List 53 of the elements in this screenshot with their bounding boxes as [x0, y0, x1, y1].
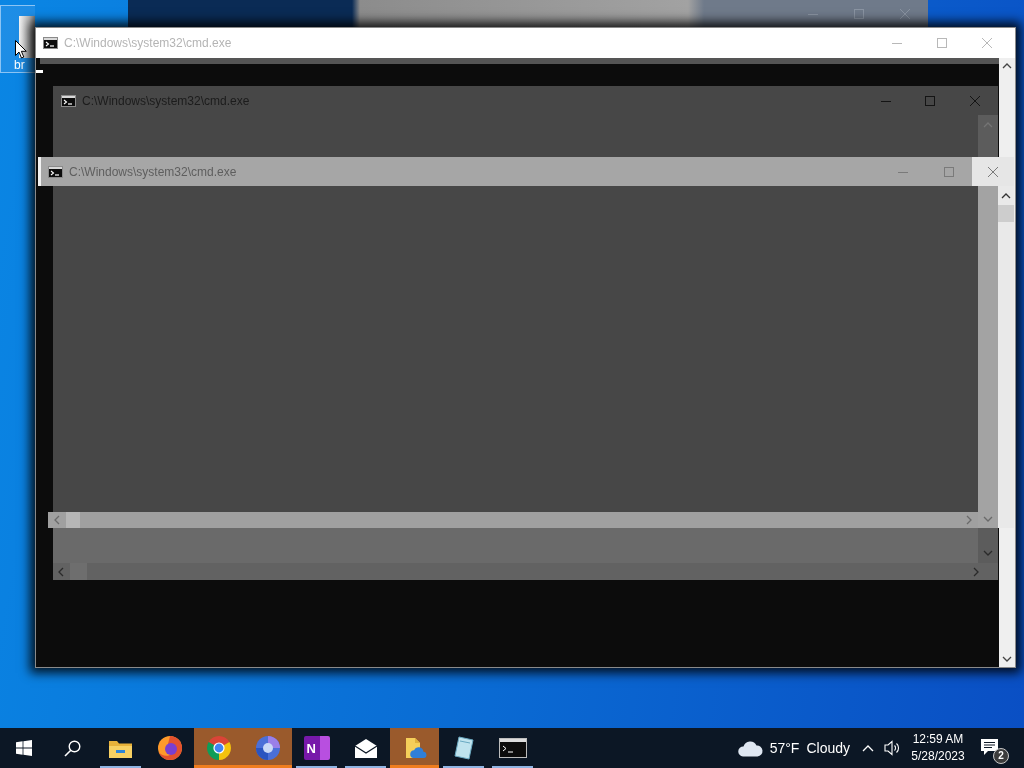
desktop-icon[interactable]: br	[0, 5, 35, 73]
console-icon	[498, 738, 527, 758]
close-icon[interactable]	[981, 38, 992, 48]
console-icon	[48, 165, 63, 178]
envelope-icon	[352, 736, 379, 760]
console-icon	[43, 37, 58, 49]
scroll-left-icon[interactable]	[53, 515, 61, 525]
search-icon	[63, 739, 81, 757]
message-bubble-icon	[980, 738, 999, 756]
taskbar-app-button[interactable]: N	[292, 728, 341, 768]
scroll-up-icon[interactable]	[1001, 192, 1011, 200]
close-icon[interactable]	[970, 95, 980, 106]
console-icon	[61, 94, 76, 107]
quadrant-disc-icon	[254, 735, 281, 761]
horizontal-scrollbar[interactable]	[53, 563, 998, 580]
close-icon[interactable]	[988, 166, 998, 177]
speaker-icon	[884, 740, 900, 756]
clock-button[interactable]: 12:59 AM 5/28/2023	[906, 728, 970, 768]
temperature-text: 57°F	[769, 738, 800, 758]
vertical-scrollbar[interactable]	[978, 186, 998, 528]
notebook-app-icon: N	[303, 736, 330, 760]
maximize-icon[interactable]	[944, 166, 954, 177]
weather-button[interactable]: 57°F Cloudy	[732, 728, 856, 768]
window-title: C:\Windows\system32\cmd.exe	[69, 163, 237, 181]
close-icon	[900, 9, 910, 19]
text-cursor	[36, 70, 43, 73]
browser-circle-icon	[205, 735, 232, 761]
ring-logo-icon	[156, 735, 183, 761]
scroll-thumb[interactable]	[998, 205, 1014, 222]
scroll-left-icon[interactable]	[57, 566, 65, 577]
weather-condition: Cloudy	[806, 738, 850, 758]
notification-count: 2	[993, 748, 1009, 764]
scroll-right-icon[interactable]	[965, 515, 973, 525]
notepad-icon	[451, 735, 476, 761]
horizontal-scrollbar[interactable]	[48, 512, 978, 528]
scroll-up-icon[interactable]	[1002, 62, 1012, 70]
notification-button[interactable]: 2	[976, 728, 1012, 768]
clock-date: 5/28/2023	[911, 748, 965, 765]
window-title: C:\Windows\system32\cmd.exe	[64, 35, 232, 52]
clock-time: 12:59 AM	[912, 731, 964, 748]
scroll-right-icon[interactable]	[972, 566, 980, 577]
scroll-down-icon[interactable]	[1002, 655, 1012, 663]
vertical-scrollbar[interactable]	[998, 186, 1014, 528]
file-icon	[19, 16, 35, 58]
windows-logo-icon	[16, 740, 32, 756]
cloud-icon	[736, 739, 763, 757]
maximize-icon[interactable]	[936, 38, 947, 48]
scroll-thumb[interactable]	[70, 563, 87, 580]
mouse-pointer-icon	[15, 40, 27, 59]
caret-up-icon	[862, 744, 874, 752]
maximize-icon	[854, 9, 864, 19]
scroll-thumb[interactable]	[66, 512, 80, 528]
maximize-icon[interactable]	[925, 95, 935, 106]
